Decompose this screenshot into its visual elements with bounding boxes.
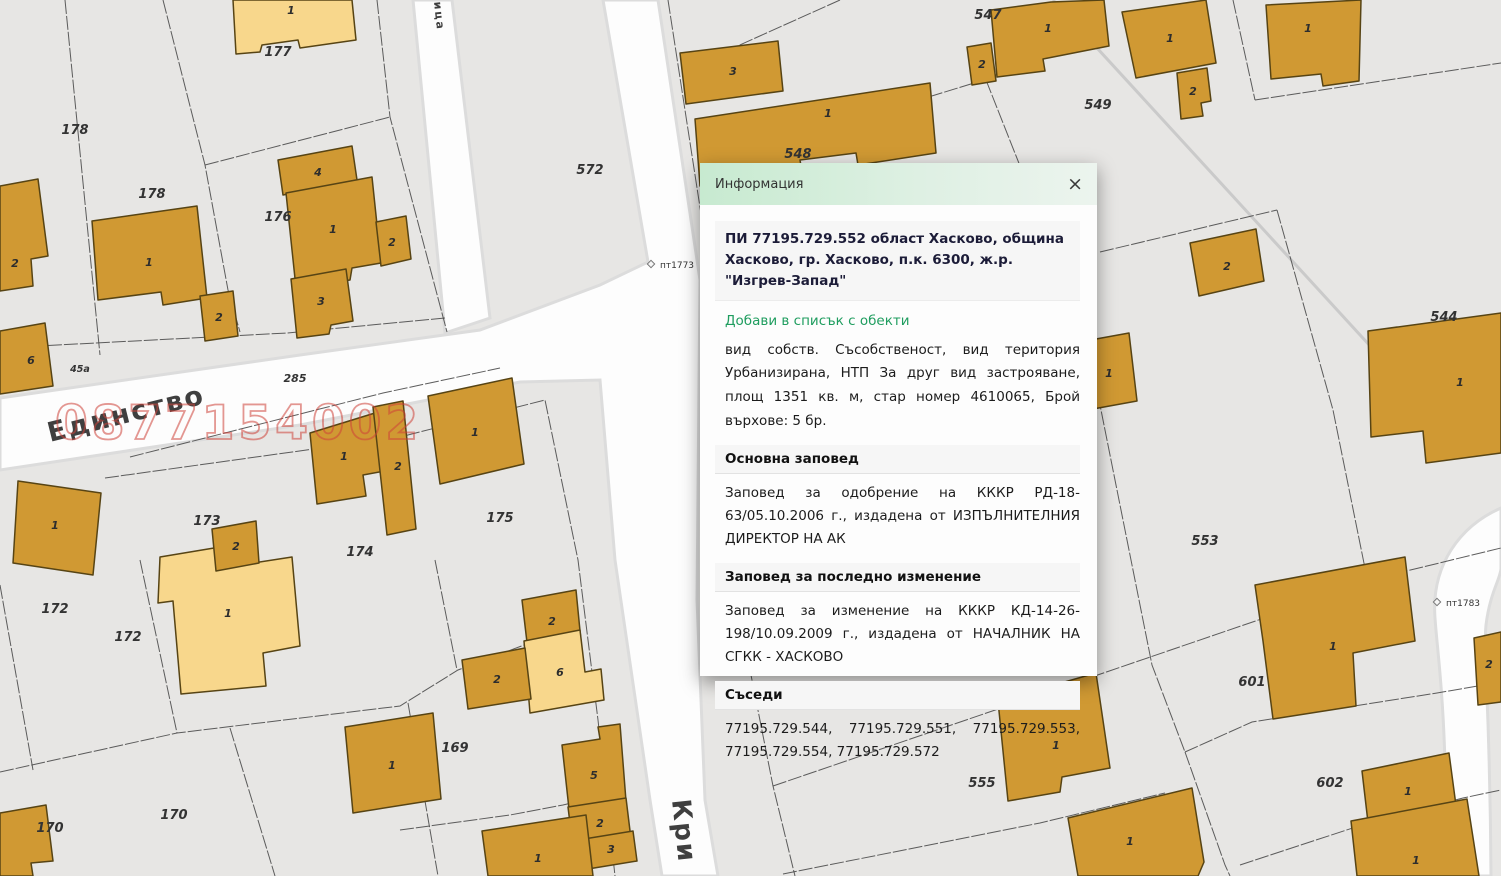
close-icon[interactable]: × — [1067, 175, 1083, 194]
building-number-label: 1 — [388, 759, 396, 772]
building-number-label: 1 — [1456, 376, 1464, 389]
parcel-number-label: 177 — [264, 45, 292, 60]
building-number-label: 1 — [1329, 640, 1337, 653]
building-number-label: 2 — [388, 236, 396, 249]
building-number-label: 1 — [1044, 22, 1052, 35]
building-number-label: 1 — [287, 4, 295, 17]
parcel-number-label: 45а — [69, 364, 90, 375]
building-number-label: 1 — [51, 519, 59, 532]
building-number-label: 6 — [27, 354, 35, 367]
building-number-label: 6 — [556, 666, 564, 679]
building-number-label: 2 — [493, 673, 501, 686]
building-number-label: 1 — [1404, 785, 1412, 798]
parcel-number-label: 174 — [346, 545, 373, 560]
parcel-number-label: 549 — [1084, 98, 1111, 113]
parcel-number-label: 572 — [576, 163, 603, 178]
parcel-number-label: 170 — [160, 808, 187, 823]
info-panel: Информация × ПИ 77195.729.552 област Хас… — [700, 163, 1097, 676]
building-number-label: 1 — [824, 107, 832, 120]
parcel-number-label: 178 — [138, 187, 165, 202]
map-application: 1412312263121121211121111262152311212111… — [0, 0, 1501, 876]
building-number-label: 1 — [329, 223, 337, 236]
parcel-number-label: 175 — [486, 511, 513, 526]
parcel-number-label: 170 — [36, 821, 63, 836]
section-text-main-order: Заповед за одобрение на КККР РД-18-63/05… — [725, 482, 1080, 551]
parcel-number-label: 169 — [441, 741, 468, 756]
info-panel-header: Информация × — [700, 163, 1097, 205]
parcel-number-label: 544 — [1430, 310, 1457, 325]
parcel-number-label: 548 — [784, 147, 811, 162]
info-panel-body: ПИ 77195.729.552 област Хасково, община … — [700, 205, 1097, 786]
building-number-label: 1 — [1126, 835, 1134, 848]
section-heading-neighbours: Съседи — [715, 681, 1080, 710]
building-number-label: 2 — [548, 615, 556, 628]
building-number-label: 2 — [1223, 260, 1231, 273]
building-number-label: 3 — [607, 843, 615, 856]
building-number-label: 1 — [1105, 367, 1113, 380]
parcel-number-label: 602 — [1316, 776, 1343, 791]
parcel-number-label: 172 — [114, 630, 141, 645]
building-number-label: 2 — [1485, 658, 1493, 671]
add-to-object-list-link[interactable]: Добави в списък с обекти — [725, 313, 1080, 329]
building-number-label: 3 — [317, 295, 325, 308]
building-number-label: 1 — [145, 256, 153, 269]
parcel-number-label: 285 — [284, 372, 307, 385]
building-number-label: 2 — [215, 311, 223, 324]
survey-point-label: пт1783 — [1446, 599, 1480, 609]
survey-point-label: пт1773 — [660, 261, 694, 271]
parcel-number-label: 173 — [193, 514, 220, 529]
building-number-label: 1 — [340, 450, 348, 463]
section-heading-last-amendment: Заповед за последно изменение — [715, 563, 1080, 592]
building-number-label: 2 — [1189, 85, 1197, 98]
section-text-neighbours: 77195.729.544, 77195.729.551, 77195.729.… — [725, 718, 1080, 764]
building-number-label: 1 — [534, 852, 542, 865]
building-number-label: 2 — [596, 817, 604, 830]
building-number-label: 1 — [224, 607, 232, 620]
building — [1266, 0, 1361, 86]
building-number-label: 5 — [590, 769, 598, 782]
building-number-label: 1 — [1412, 854, 1420, 867]
parcel-number-label: 178 — [61, 123, 88, 138]
parcel-number-label: 176 — [264, 210, 291, 225]
building-number-label: 2 — [11, 257, 19, 270]
parcel-number-label: 547 — [974, 8, 1002, 23]
building-number-label: 4 — [313, 166, 322, 179]
property-description: вид собств. Съсобственост, вид територия… — [725, 339, 1080, 434]
parcel-number-label: 601 — [1238, 675, 1265, 690]
building-number-label: 2 — [394, 460, 402, 473]
section-text-last-amendment: Заповед за изменение на КККР КД-14-26-19… — [725, 600, 1080, 669]
building-number-label: 1 — [1304, 22, 1312, 35]
section-heading-main-order: Основна заповед — [715, 445, 1080, 474]
building-number-label: 2 — [232, 540, 240, 553]
building-number-label: 1 — [471, 426, 479, 439]
building-number-label: 1 — [1166, 32, 1174, 45]
building-number-label: 2 — [978, 58, 986, 71]
building-number-label: 3 — [729, 65, 737, 78]
parcel-number-label: 172 — [41, 602, 68, 617]
info-panel-title: Информация — [715, 177, 803, 192]
property-identifier-heading: ПИ 77195.729.552 област Хасково, община … — [715, 221, 1080, 301]
parcel-number-label: 553 — [1191, 534, 1218, 549]
